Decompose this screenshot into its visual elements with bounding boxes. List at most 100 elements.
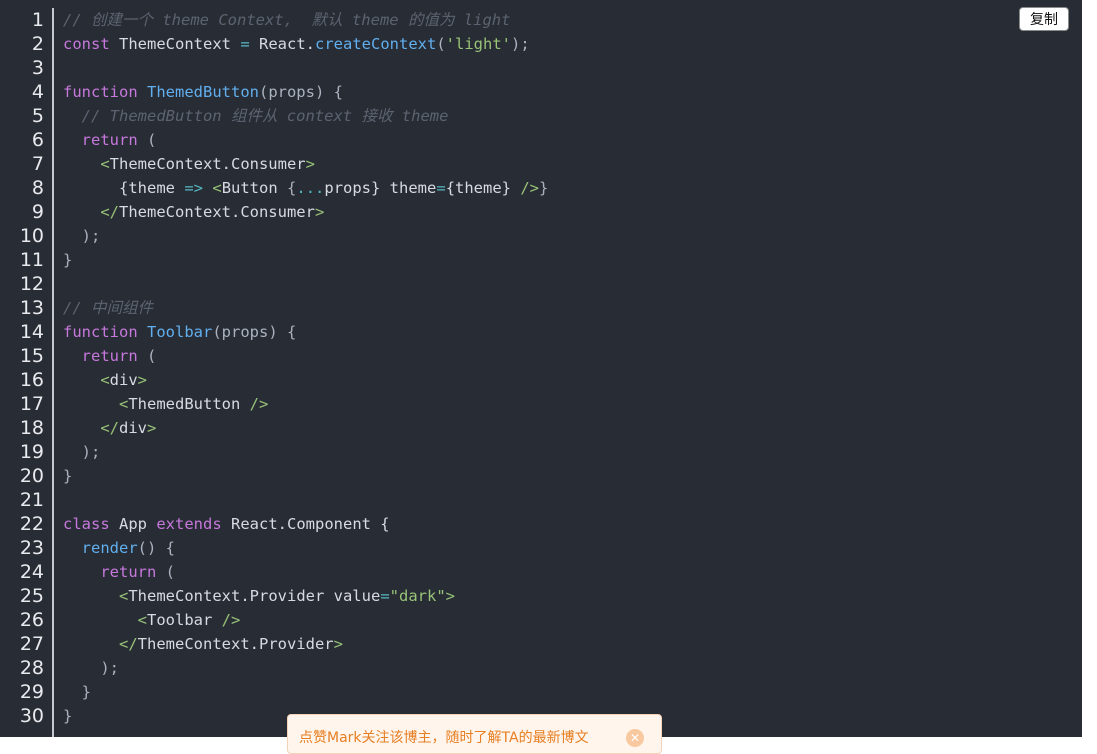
line-number: 14 bbox=[19, 321, 44, 343]
line-number: 29 bbox=[19, 681, 44, 703]
line-number: 28 bbox=[19, 657, 44, 679]
line-number: 24 bbox=[19, 561, 44, 583]
code-token: render bbox=[81, 539, 138, 557]
code-token: () { bbox=[137, 539, 175, 557]
code-line: const ThemeContext = React.createContext… bbox=[63, 32, 548, 56]
follow-author-toast[interactable]: 点赞Mark关注该博主，随时了解TA的最新博文 ✕ bbox=[287, 714, 662, 754]
code-token: props} theme bbox=[324, 179, 437, 197]
line-number: 8 bbox=[31, 177, 44, 199]
code-token: ); bbox=[63, 443, 101, 461]
code-token: React. bbox=[249, 35, 315, 53]
code-token: = bbox=[240, 35, 250, 53]
code-line: return ( bbox=[63, 344, 548, 368]
code-content[interactable]: // 创建一个 theme Context, 默认 theme 的值为 ligh… bbox=[63, 8, 548, 728]
code-token: (props) { bbox=[258, 83, 343, 101]
code-token: function bbox=[63, 323, 138, 341]
line-number: 25 bbox=[19, 585, 44, 607]
code-line: </ThemeContext.Provider> bbox=[63, 632, 548, 656]
line-number: 22 bbox=[19, 513, 44, 535]
line-number: 20 bbox=[19, 465, 44, 487]
line-number: 11 bbox=[19, 249, 44, 271]
line-number: 27 bbox=[19, 633, 44, 655]
line-number: 18 bbox=[19, 417, 44, 439]
code-token: < bbox=[119, 587, 129, 605]
code-line: </div> bbox=[63, 416, 548, 440]
code-token: } bbox=[63, 683, 91, 701]
code-token: ThemeContext bbox=[109, 35, 241, 53]
line-number: 16 bbox=[19, 369, 44, 391]
code-line: return ( bbox=[63, 128, 548, 152]
code-token: ThemeContext.Provider bbox=[137, 635, 334, 653]
line-number-gutter: 1 2 3 4 5 6 7 8 9 10 11 12 13 14 15 16 17 18 19 20 21 22 23 24 2… bbox=[0, 8, 52, 728]
code-token: Toolbar bbox=[147, 611, 222, 629]
code-block: 1 2 3 4 5 6 7 8 9 10 11 12 13 14 15 16 17 18 19 20 21 22 23 24 2… bbox=[0, 0, 1082, 737]
line-number: 30 bbox=[19, 705, 44, 727]
code-token: class bbox=[63, 515, 110, 533]
code-line: <ThemeContext.Consumer> bbox=[63, 152, 548, 176]
code-token: ( bbox=[436, 35, 446, 53]
code-line: function Toolbar(props) { bbox=[63, 320, 548, 344]
code-line: } bbox=[63, 680, 548, 704]
code-token: => bbox=[184, 179, 203, 197]
code-token: return bbox=[81, 131, 138, 149]
code-token: </ bbox=[100, 419, 119, 437]
line-number: 4 bbox=[31, 81, 44, 103]
code-token: /> bbox=[221, 611, 241, 629]
code-token: ThemeContext.Provider value bbox=[128, 587, 381, 605]
code-token: (props) { bbox=[212, 323, 297, 341]
code-token: function bbox=[63, 83, 138, 101]
code-token: ... bbox=[296, 179, 325, 197]
line-number: 1 bbox=[31, 9, 44, 31]
code-token: < bbox=[119, 395, 129, 413]
code-line: // ThemedButton 组件从 context 接收 theme bbox=[63, 104, 548, 128]
line-number: 12 bbox=[19, 273, 44, 295]
code-line: class App extends React.Component { bbox=[63, 512, 548, 536]
code-token: // ThemedButton 组件从 context 接收 theme bbox=[63, 107, 449, 125]
code-token: div bbox=[109, 371, 138, 389]
line-number: 6 bbox=[31, 129, 44, 151]
code-token: 'light' bbox=[445, 35, 511, 53]
code-line: function ThemedButton(props) { bbox=[63, 80, 548, 104]
code-token: > bbox=[305, 155, 315, 173]
code-token: > bbox=[147, 419, 157, 437]
code-token: App bbox=[109, 515, 157, 533]
code-token: return bbox=[81, 347, 138, 365]
code-token: Toolbar bbox=[147, 323, 213, 341]
code-token: ); bbox=[63, 227, 101, 245]
code-token: extends bbox=[156, 515, 222, 533]
code-token: ( bbox=[156, 563, 175, 581]
close-icon[interactable]: ✕ bbox=[626, 729, 644, 747]
code-token: "dark" bbox=[389, 587, 446, 605]
code-token: ); bbox=[63, 659, 119, 677]
line-number: 10 bbox=[19, 225, 44, 247]
code-line: </ThemeContext.Consumer> bbox=[63, 200, 548, 224]
line-number: 15 bbox=[19, 345, 44, 367]
code-token: < bbox=[100, 371, 110, 389]
code-token: ThemedButton bbox=[147, 83, 259, 101]
code-line: return ( bbox=[63, 560, 548, 584]
copy-button[interactable]: 复制 bbox=[1019, 7, 1069, 31]
code-token: } bbox=[63, 251, 73, 269]
gutter-divider bbox=[52, 8, 54, 737]
code-line: <ThemedButton /> bbox=[63, 392, 548, 416]
code-line: // 中间组件 bbox=[63, 296, 548, 320]
line-number: 21 bbox=[19, 489, 44, 511]
toast-text: 点赞Mark关注该博主，随时了解TA的最新博文 bbox=[299, 730, 589, 746]
line-number: 13 bbox=[19, 297, 44, 319]
code-token: div bbox=[119, 419, 147, 437]
line-number: 17 bbox=[19, 393, 44, 415]
code-token: } bbox=[539, 179, 549, 197]
code-token: Button bbox=[221, 179, 288, 197]
line-number: 9 bbox=[31, 201, 44, 223]
code-line: render() { bbox=[63, 536, 548, 560]
code-token: < bbox=[137, 611, 147, 629]
